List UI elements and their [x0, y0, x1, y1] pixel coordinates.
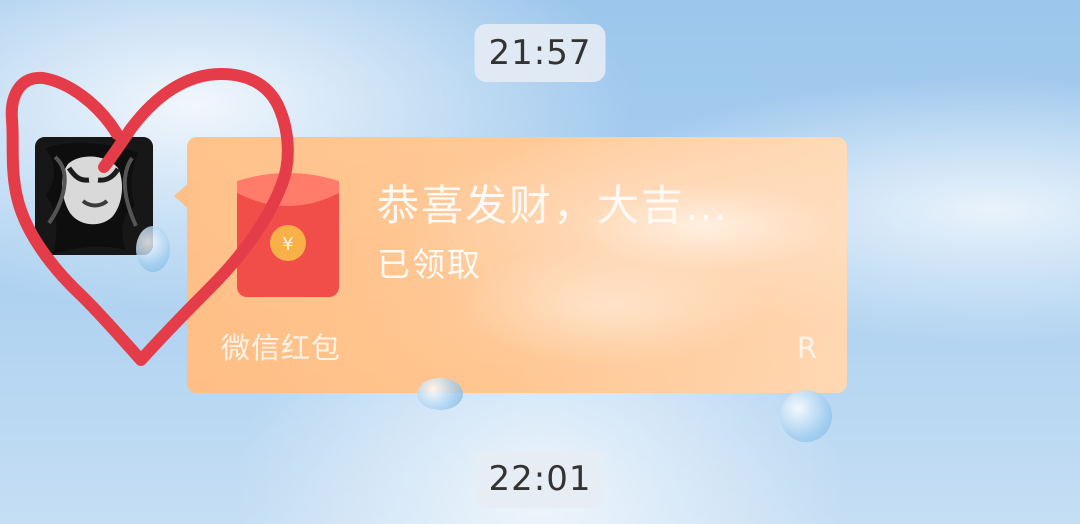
red-envelope-icon: ¥	[237, 173, 339, 297]
timestamp-bottom: 22:01	[474, 450, 606, 508]
water-drop-icon	[417, 378, 463, 410]
packet-title: 恭喜发财，大吉…	[377, 181, 730, 230]
packet-code: R	[796, 331, 817, 365]
timestamp-top: 21:57	[474, 24, 606, 82]
wechat-red-packet-label: 微信红包	[221, 331, 342, 365]
red-packet-card[interactable]: ¥ 恭喜发财，大吉… 已领取 微信红包 R	[187, 137, 847, 393]
water-drop-icon	[136, 226, 170, 272]
packet-status: 已领取	[377, 245, 482, 284]
svg-text:¥: ¥	[282, 234, 293, 255]
avatar-image	[35, 137, 153, 255]
water-drop-icon	[780, 390, 832, 442]
chat-area: 21:57 ¥ 恭喜发财，大吉… 已领取 微信红包 R 22:01	[0, 0, 1080, 524]
profile-avatar[interactable]	[35, 137, 153, 255]
